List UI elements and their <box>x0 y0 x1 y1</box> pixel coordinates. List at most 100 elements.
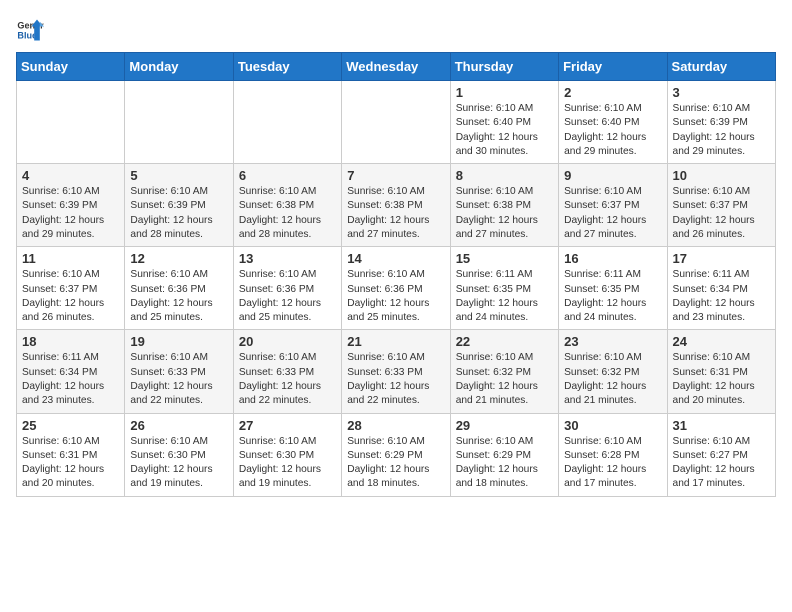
day-number: 17 <box>673 251 770 266</box>
day-info: Sunrise: 6:10 AM Sunset: 6:32 PM Dayligh… <box>564 351 661 408</box>
calendar-cell: 31 Sunrise: 6:10 AM Sunset: 6:27 PM Dayli… <box>667 413 775 496</box>
calendar-cell: 21Sunrise: 6:10 AM Sunset: 6:33 PM Dayli… <box>342 330 450 413</box>
day-number: 19 <box>130 334 227 349</box>
day-info: Sunrise: 6:10 AM Sunset: 6:30 PM Dayligh… <box>239 435 336 492</box>
day-number: 11 <box>22 251 119 266</box>
day-number: 29 <box>456 418 553 433</box>
calendar-cell <box>233 81 341 164</box>
day-info: Sunrise: 6:10 AM Sunset: 6:38 PM Dayligh… <box>239 185 336 242</box>
calendar-cell: 23 Sunrise: 6:10 AM Sunset: 6:32 PM Dayli… <box>559 330 667 413</box>
day-number: 8 <box>456 168 553 183</box>
day-info: Sunrise: 6:10 AM Sunset: 6:36 PM Dayligh… <box>130 268 227 325</box>
day-number: 1 <box>456 85 553 100</box>
day-info: Sunrise: 6:11 AM Sunset: 6:35 PM Dayligh… <box>564 268 661 325</box>
calendar-cell: 26 Sunrise: 6:10 AM Sunset: 6:30 PM Dayli… <box>125 413 233 496</box>
weekday-header-friday: Friday <box>559 53 667 81</box>
logo-icon: General Blue <box>16 16 44 44</box>
day-info: Sunrise: 6:10 AM Sunset: 6:39 PM Dayligh… <box>130 185 227 242</box>
day-number: 31 <box>673 418 770 433</box>
weekday-header-sunday: Sunday <box>17 53 125 81</box>
day-info: Sunrise: 6:10 AM Sunset: 6:38 PM Dayligh… <box>456 185 553 242</box>
day-number: 6 <box>239 168 336 183</box>
day-number: 7 <box>347 168 444 183</box>
calendar-week-row: 1 Sunrise: 6:10 AM Sunset: 6:40 PM Daylig… <box>17 81 776 164</box>
calendar-cell: 28Sunrise: 6:10 AM Sunset: 6:29 PM Dayli… <box>342 413 450 496</box>
day-info: Sunrise: 6:11 AM Sunset: 6:34 PM Dayligh… <box>22 351 119 408</box>
calendar-cell: 20 Sunrise: 6:10 AM Sunset: 6:33 PM Dayli… <box>233 330 341 413</box>
calendar-cell: 3 Sunrise: 6:10 AM Sunset: 6:39 PM Daylig… <box>667 81 775 164</box>
weekday-header-thursday: Thursday <box>450 53 558 81</box>
day-info: Sunrise: 6:10 AM Sunset: 6:40 PM Dayligh… <box>456 102 553 159</box>
day-info: Sunrise: 6:10 AM Sunset: 6:27 PM Dayligh… <box>673 435 770 492</box>
weekday-header-row: SundayMondayTuesdayWednesdayThursdayFrid… <box>17 53 776 81</box>
weekday-header-wednesday: Wednesday <box>342 53 450 81</box>
header: General Blue <box>16 16 776 44</box>
calendar-cell: 12 Sunrise: 6:10 AM Sunset: 6:36 PM Dayli… <box>125 247 233 330</box>
svg-text:Blue: Blue <box>17 30 37 40</box>
day-number: 16 <box>564 251 661 266</box>
calendar-cell: 10 Sunrise: 6:10 AM Sunset: 6:37 PM Dayli… <box>667 164 775 247</box>
calendar-week-row: 4 Sunrise: 6:10 AM Sunset: 6:39 PM Daylig… <box>17 164 776 247</box>
day-info: Sunrise: 6:10 AM Sunset: 6:36 PM Dayligh… <box>239 268 336 325</box>
day-number: 21 <box>347 334 444 349</box>
day-info: Sunrise: 6:11 AM Sunset: 6:35 PM Dayligh… <box>456 268 553 325</box>
day-info: Sunrise: 6:10 AM Sunset: 6:29 PM Dayligh… <box>456 435 553 492</box>
day-number: 2 <box>564 85 661 100</box>
day-number: 24 <box>673 334 770 349</box>
day-number: 13 <box>239 251 336 266</box>
calendar-cell: 1 Sunrise: 6:10 AM Sunset: 6:40 PM Daylig… <box>450 81 558 164</box>
day-number: 23 <box>564 334 661 349</box>
calendar-cell: 5 Sunrise: 6:10 AM Sunset: 6:39 PM Daylig… <box>125 164 233 247</box>
calendar-cell: 30Sunrise: 6:10 AM Sunset: 6:28 PM Dayli… <box>559 413 667 496</box>
day-info: Sunrise: 6:10 AM Sunset: 6:32 PM Dayligh… <box>456 351 553 408</box>
day-info: Sunrise: 6:10 AM Sunset: 6:31 PM Dayligh… <box>22 435 119 492</box>
calendar-cell: 17 Sunrise: 6:11 AM Sunset: 6:34 PM Dayli… <box>667 247 775 330</box>
day-info: Sunrise: 6:11 AM Sunset: 6:34 PM Dayligh… <box>673 268 770 325</box>
day-info: Sunrise: 6:10 AM Sunset: 6:39 PM Dayligh… <box>22 185 119 242</box>
day-info: Sunrise: 6:10 AM Sunset: 6:39 PM Dayligh… <box>673 102 770 159</box>
calendar-cell: 8 Sunrise: 6:10 AM Sunset: 6:38 PM Daylig… <box>450 164 558 247</box>
calendar-cell: 13 Sunrise: 6:10 AM Sunset: 6:36 PM Dayli… <box>233 247 341 330</box>
day-info: Sunrise: 6:10 AM Sunset: 6:38 PM Dayligh… <box>347 185 444 242</box>
calendar-week-row: 18Sunrise: 6:11 AM Sunset: 6:34 PM Dayli… <box>17 330 776 413</box>
calendar-table: SundayMondayTuesdayWednesdayThursdayFrid… <box>16 52 776 497</box>
day-info: Sunrise: 6:10 AM Sunset: 6:37 PM Dayligh… <box>22 268 119 325</box>
logo: General Blue <box>16 16 44 44</box>
day-number: 12 <box>130 251 227 266</box>
calendar-cell: 25Sunrise: 6:10 AM Sunset: 6:31 PM Dayli… <box>17 413 125 496</box>
day-number: 26 <box>130 418 227 433</box>
day-number: 20 <box>239 334 336 349</box>
calendar-cell: 27Sunrise: 6:10 AM Sunset: 6:30 PM Dayli… <box>233 413 341 496</box>
calendar-cell: 16 Sunrise: 6:11 AM Sunset: 6:35 PM Dayli… <box>559 247 667 330</box>
weekday-header-tuesday: Tuesday <box>233 53 341 81</box>
calendar-cell: 14 Sunrise: 6:10 AM Sunset: 6:36 PM Dayli… <box>342 247 450 330</box>
calendar-cell: 7 Sunrise: 6:10 AM Sunset: 6:38 PM Daylig… <box>342 164 450 247</box>
day-number: 5 <box>130 168 227 183</box>
calendar-cell: 9Sunrise: 6:10 AM Sunset: 6:37 PM Daylig… <box>559 164 667 247</box>
calendar-cell: 22 Sunrise: 6:10 AM Sunset: 6:32 PM Dayli… <box>450 330 558 413</box>
calendar-cell: 18Sunrise: 6:11 AM Sunset: 6:34 PM Dayli… <box>17 330 125 413</box>
day-info: Sunrise: 6:10 AM Sunset: 6:36 PM Dayligh… <box>347 268 444 325</box>
day-number: 22 <box>456 334 553 349</box>
calendar-cell: 19Sunrise: 6:10 AM Sunset: 6:33 PM Dayli… <box>125 330 233 413</box>
weekday-header-monday: Monday <box>125 53 233 81</box>
day-info: Sunrise: 6:10 AM Sunset: 6:30 PM Dayligh… <box>130 435 227 492</box>
day-number: 14 <box>347 251 444 266</box>
calendar-cell: 29 Sunrise: 6:10 AM Sunset: 6:29 PM Dayli… <box>450 413 558 496</box>
calendar-week-row: 25Sunrise: 6:10 AM Sunset: 6:31 PM Dayli… <box>17 413 776 496</box>
calendar-cell <box>17 81 125 164</box>
day-info: Sunrise: 6:10 AM Sunset: 6:33 PM Dayligh… <box>239 351 336 408</box>
weekday-header-saturday: Saturday <box>667 53 775 81</box>
calendar-cell <box>125 81 233 164</box>
day-number: 9 <box>564 168 661 183</box>
day-number: 15 <box>456 251 553 266</box>
day-number: 4 <box>22 168 119 183</box>
calendar-cell <box>342 81 450 164</box>
day-info: Sunrise: 6:10 AM Sunset: 6:31 PM Dayligh… <box>673 351 770 408</box>
day-number: 3 <box>673 85 770 100</box>
calendar-cell: 2Sunrise: 6:10 AM Sunset: 6:40 PM Daylig… <box>559 81 667 164</box>
day-info: Sunrise: 6:10 AM Sunset: 6:28 PM Dayligh… <box>564 435 661 492</box>
day-number: 10 <box>673 168 770 183</box>
day-info: Sunrise: 6:10 AM Sunset: 6:37 PM Dayligh… <box>673 185 770 242</box>
calendar-cell: 4 Sunrise: 6:10 AM Sunset: 6:39 PM Daylig… <box>17 164 125 247</box>
